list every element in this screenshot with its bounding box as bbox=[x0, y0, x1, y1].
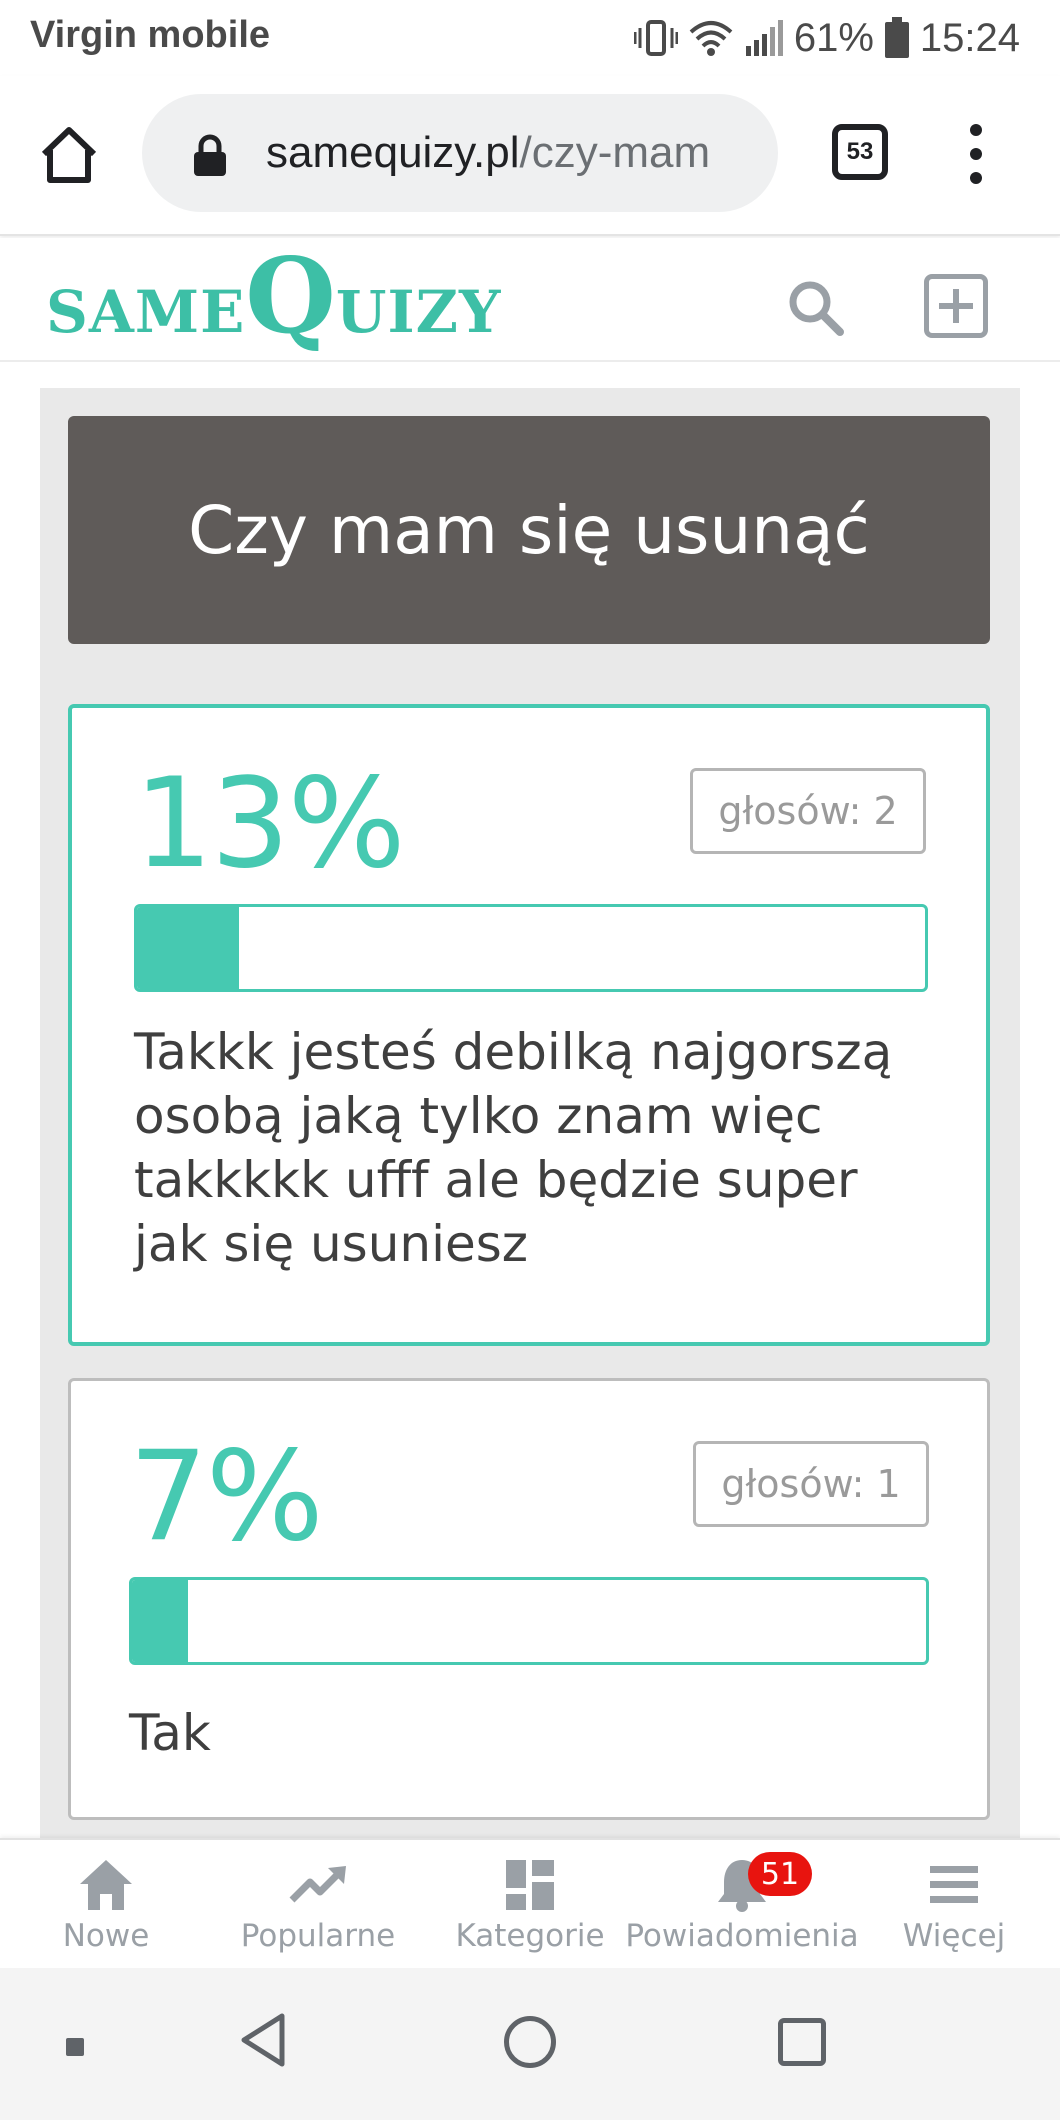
add-quiz-button[interactable] bbox=[924, 274, 988, 338]
browser-toolbar: samequizy.pl/czy-mam 53 bbox=[0, 76, 1060, 236]
url-host: samequizy.pl bbox=[266, 128, 520, 177]
lock-icon bbox=[194, 134, 226, 176]
home-button[interactable] bbox=[36, 122, 102, 188]
logo-q: Q bbox=[245, 234, 336, 357]
vote-count-badge: głosów: 2 bbox=[690, 768, 926, 854]
nav-label: Więcej bbox=[902, 1918, 1006, 1954]
nav-label: Nowe bbox=[62, 1918, 150, 1954]
dot-icon bbox=[970, 124, 982, 136]
bottom-navigation: Nowe Popularne Kategorie 51 Powiadomieni… bbox=[0, 1838, 1060, 1968]
nav-item-nowe[interactable]: Nowe bbox=[0, 1840, 212, 1970]
nav-label: Powiadomienia bbox=[625, 1918, 859, 1954]
main-content: Czy mam się usunąć 13% głosów: 2 Takkk j… bbox=[10, 364, 1050, 1838]
result-bar bbox=[129, 1577, 929, 1665]
back-button[interactable] bbox=[236, 2010, 290, 2070]
logo-same: SAME bbox=[46, 278, 246, 346]
answer-percent: 7% bbox=[129, 1425, 324, 1569]
grid-icon bbox=[500, 1856, 560, 1912]
search-icon bbox=[789, 281, 844, 336]
vote-count-badge: głosów: 1 bbox=[693, 1441, 929, 1527]
status-icons: 61% 15:24 bbox=[633, 10, 1020, 66]
answer-card[interactable]: 7% głosów: 1 Tak bbox=[68, 1378, 990, 1820]
nav-item-powiadomienia[interactable]: 51 Powiadomienia bbox=[625, 1840, 859, 1970]
home-icon bbox=[41, 127, 97, 183]
system-home-button[interactable] bbox=[504, 2016, 556, 2068]
nav-dot-icon[interactable] bbox=[66, 2038, 84, 2056]
url-text[interactable]: samequizy.pl/czy-mam bbox=[266, 128, 766, 178]
trending-icon bbox=[288, 1856, 348, 1912]
nav-item-kategorie[interactable]: Kategorie bbox=[424, 1840, 636, 1970]
nav-label: Popularne bbox=[240, 1918, 396, 1954]
battery-percent: 61% bbox=[793, 15, 874, 60]
address-bar[interactable]: samequizy.pl/czy-mam bbox=[142, 94, 778, 212]
overflow-menu-button[interactable] bbox=[966, 124, 986, 184]
dot-icon bbox=[970, 148, 982, 160]
back-icon bbox=[241, 2013, 285, 2067]
system-navigation-bar bbox=[0, 1968, 1060, 2120]
answer-text: Tak bbox=[129, 1704, 211, 1762]
battery-icon bbox=[884, 17, 909, 58]
search-button[interactable] bbox=[786, 278, 846, 338]
recent-apps-button[interactable] bbox=[778, 2018, 826, 2066]
result-bar-fill bbox=[137, 907, 240, 989]
tab-switcher-button[interactable]: 53 bbox=[832, 124, 888, 180]
carrier-name: Virgin mobile bbox=[30, 14, 271, 56]
vibrate-icon bbox=[633, 20, 678, 56]
result-bar-fill bbox=[132, 1580, 188, 1662]
result-bar bbox=[134, 904, 928, 992]
answer-text: Takkk jesteś debilką najgorszą osobą jak… bbox=[134, 1023, 893, 1273]
nav-item-wiecej[interactable]: Więcej bbox=[848, 1840, 1060, 1970]
status-bar: Virgin mobile 61% 15:24 bbox=[0, 0, 1060, 76]
dot-icon bbox=[970, 172, 982, 184]
quiz-title: Czy mam się usunąć bbox=[68, 416, 990, 644]
answer-percent: 13% bbox=[134, 752, 406, 896]
url-path: /czy-mam bbox=[519, 128, 711, 177]
answer-card[interactable]: 13% głosów: 2 Takkk jesteś debilką najgo… bbox=[68, 704, 990, 1346]
site-logo[interactable]: SAMEQUIZY bbox=[46, 244, 501, 354]
nav-label: Kategorie bbox=[455, 1918, 605, 1954]
logo-uizy: UIZY bbox=[335, 278, 502, 346]
menu-icon bbox=[924, 1856, 984, 1912]
nav-item-popularne[interactable]: Popularne bbox=[212, 1840, 424, 1970]
site-header: SAMEQUIZY bbox=[0, 238, 1060, 362]
clock: 15:24 bbox=[919, 15, 1020, 60]
home-icon bbox=[76, 1856, 136, 1912]
signal-icon bbox=[745, 20, 783, 56]
notification-badge: 51 bbox=[748, 1852, 812, 1896]
bell-icon: 51 bbox=[712, 1852, 812, 1912]
wifi-icon bbox=[689, 21, 733, 56]
quiz-result-panel: Czy mam się usunąć 13% głosów: 2 Takkk j… bbox=[40, 388, 1020, 1838]
